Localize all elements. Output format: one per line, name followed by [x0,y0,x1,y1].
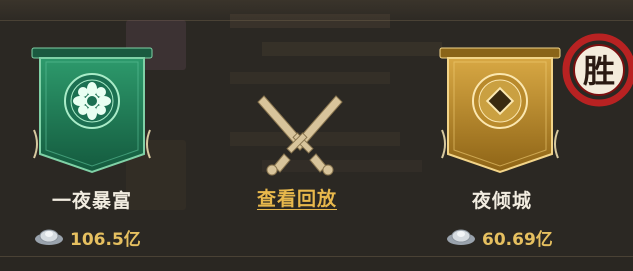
left-team-power: 106.5亿 [34,224,141,251]
bottom-strip [0,256,633,271]
lotus-emblem-icon [63,72,121,134]
result-badge-text: 胜 [583,52,615,90]
left-team-name: 一夜暴富 [51,190,132,212]
victory-seal-icon: 胜 [551,30,633,120]
left-team-power-value: 106.5亿 [70,230,141,250]
right-team-power-value: 60.69亿 [482,230,553,250]
right-team-power: 60.69亿 [446,224,553,251]
left-team-banner[interactable] [30,46,154,182]
silver-ingot-icon [446,224,476,251]
replay-link[interactable]: 查看回放 [244,184,350,211]
bg-faded-row-3 [230,72,390,84]
bg-faded-row-2 [262,42,442,56]
right-team-banner[interactable] [438,46,562,182]
bg-faded-row-1 [230,14,390,28]
coin-emblem-icon [471,72,529,134]
crossed-swords-icon [254,92,346,182]
right-team-name: 夜倾城 [471,190,532,212]
silver-ingot-icon [34,224,64,251]
